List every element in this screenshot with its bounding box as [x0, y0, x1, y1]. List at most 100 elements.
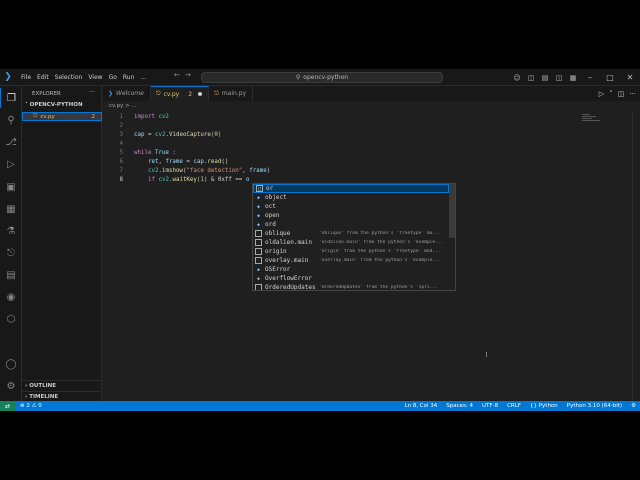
containers-icon[interactable]: ⬡: [0, 309, 22, 329]
chevron-down-icon[interactable]: ˅: [609, 90, 613, 98]
extensions-icon[interactable]: ▦: [0, 199, 22, 219]
github-icon[interactable]: ◉: [0, 287, 22, 307]
module-icon: [255, 230, 262, 237]
code-line-8: if cv2.waitKey(1) & 0xff == o: [148, 177, 250, 183]
explorer-icon[interactable]: ❐: [0, 88, 22, 108]
suggestion-item[interactable]: ◆ oct: [253, 202, 449, 211]
settings-gear-icon[interactable]: ⚙: [0, 376, 22, 396]
module-name: cv2: [158, 177, 169, 183]
suggestion-item[interactable]: ◆ OverflowError: [253, 274, 449, 283]
module-icon: [255, 239, 262, 246]
outline-label: OUTLINE: [29, 383, 57, 389]
menu-bar: File Edit Selection View Go Run ...: [18, 74, 149, 81]
suggestion-item[interactable]: ◆ ord: [253, 220, 449, 229]
file-cv-py[interactable]: ⎋ cv.py 2: [22, 112, 102, 121]
source-control-icon[interactable]: ⎇: [0, 132, 22, 152]
suggestion-item[interactable]: oblique'oblique' from the python's 'free…: [253, 229, 449, 238]
minimap[interactable]: [582, 114, 604, 124]
menu-file[interactable]: File: [18, 74, 34, 81]
python-interpreter[interactable]: Python 3.10 (64-bit): [567, 403, 622, 409]
testing-icon[interactable]: ⚗: [0, 221, 22, 241]
function-name: waitKey: [172, 177, 197, 183]
notifications-bell-icon[interactable]: ⚙: [631, 403, 636, 409]
suggestion-item[interactable]: ◆ object: [253, 193, 449, 202]
line-number: 4: [119, 141, 124, 147]
toggle-panel-icon[interactable]: ▤: [538, 74, 552, 82]
code-line-6: ret, frame = cap.read(): [148, 159, 229, 165]
menu-view[interactable]: View: [85, 74, 105, 81]
search-view-icon[interactable]: ⚲: [0, 110, 22, 130]
layout-icon[interactable]: ▦: [566, 74, 580, 82]
menu-go[interactable]: Go: [106, 74, 120, 81]
close-icon[interactable]: ✕: [620, 73, 640, 82]
toggle-sidebar-icon[interactable]: ◫: [524, 74, 538, 82]
breadcrumb[interactable]: cv.py > ...: [109, 103, 137, 109]
tab-label: main.py: [221, 90, 247, 97]
tab-main-py[interactable]: ⎋ main.py: [209, 86, 254, 101]
status-bar: ⇄ ⊗ 2 ⚠ 0 Ln 8, Col 34 Spaces: 4 UTF-8 C…: [0, 401, 640, 411]
outline-section[interactable]: › OUTLINE: [22, 380, 102, 390]
timeline-section[interactable]: › TIMELINE: [22, 391, 102, 401]
menu-edit[interactable]: Edit: [34, 74, 52, 81]
function-name: VideoCapture: [168, 132, 211, 138]
line-number: 1: [119, 114, 124, 120]
forward-arrow-icon[interactable]: →: [185, 71, 196, 79]
maximize-icon[interactable]: □: [600, 73, 620, 82]
function-icon: ◆: [256, 203, 260, 210]
editor-scrollbar[interactable]: [632, 110, 640, 401]
cursor-position[interactable]: Ln 8, Col 34: [405, 403, 438, 409]
remote-explorer-icon[interactable]: ▣: [0, 177, 22, 197]
project-folder[interactable]: ˅ OPENCV-PYTHON: [25, 102, 83, 108]
indentation[interactable]: Spaces: 4: [446, 403, 473, 409]
suggestion-item[interactable]: ◆ OSError: [253, 265, 449, 274]
search-icon: ⚲: [295, 74, 301, 81]
tab-welcome[interactable]: ❯ Welcome: [103, 86, 151, 101]
problems-indicator[interactable]: ⊗ 2 ⚠ 0: [20, 403, 42, 409]
suggestion-item[interactable]: origin'origin' from the python's 'freety…: [253, 247, 449, 256]
menu-run[interactable]: Run: [120, 74, 138, 81]
sidebar-title: EXPLORER: [32, 91, 61, 97]
minimize-icon[interactable]: –: [580, 73, 600, 82]
docker-icon[interactable]: ▤: [0, 265, 22, 285]
run-debug-icon[interactable]: ▷: [0, 154, 22, 174]
mouse-pointer: [486, 352, 487, 357]
encoding[interactable]: UTF-8: [482, 403, 498, 409]
warning-icon: ⚠: [31, 403, 37, 409]
suggestion-item[interactable]: ◆ open: [253, 211, 449, 220]
line-number: 2: [119, 123, 124, 129]
tab-cv-py[interactable]: ⎋ cv.py 2: [150, 86, 210, 101]
string-literal: "face detection": [186, 168, 243, 174]
copilot-icon[interactable]: ☺: [510, 74, 524, 82]
run-file-icon[interactable]: ▷: [599, 90, 604, 98]
variable: cap: [134, 132, 145, 138]
python-icon[interactable]: ⎋: [0, 243, 22, 263]
remote-indicator-icon[interactable]: ⇄: [0, 401, 15, 411]
line-number: 5: [119, 150, 124, 156]
menu-selection[interactable]: Selection: [52, 74, 86, 81]
command-center-search[interactable]: ⚲ opencv-python: [201, 72, 443, 83]
suggestion-item[interactable]: OrderedUpdates 'OrderedUpdates' from the …: [253, 283, 449, 290]
toggle-secondary-sidebar-icon[interactable]: ◫: [552, 74, 566, 82]
python-file-icon: ⎋: [214, 89, 219, 97]
chevron-down-icon: ˅: [25, 102, 28, 108]
unsaved-dot-icon[interactable]: [198, 92, 203, 96]
more-actions-icon[interactable]: ···: [89, 89, 95, 96]
module-name: cv2: [148, 168, 159, 174]
suggestion-item[interactable]: oldalien.main'oldalien.main' from the py…: [253, 238, 449, 247]
class-icon: ◆: [256, 266, 260, 273]
code-line-1: import cv2: [134, 114, 169, 120]
split-editor-icon[interactable]: ◫: [618, 90, 625, 98]
parens: (): [221, 159, 229, 165]
language-mode[interactable]: {} Python: [530, 403, 558, 409]
more-actions-icon[interactable]: ···: [629, 90, 636, 98]
function-icon: ◆: [256, 212, 260, 219]
suggestion-item[interactable]: □ or: [253, 184, 449, 193]
menu-more[interactable]: ...: [137, 74, 149, 81]
suggestion-scrollbar[interactable]: [449, 184, 455, 238]
end-of-line[interactable]: CRLF: [507, 403, 521, 409]
back-arrow-icon[interactable]: ←: [174, 71, 185, 79]
account-icon[interactable]: ◯: [0, 354, 22, 374]
argument: frame: [249, 168, 267, 174]
suggestion-item[interactable]: overlay.main'overlay.main' from the pyth…: [253, 256, 449, 265]
search-text: opencv-python: [303, 74, 349, 81]
